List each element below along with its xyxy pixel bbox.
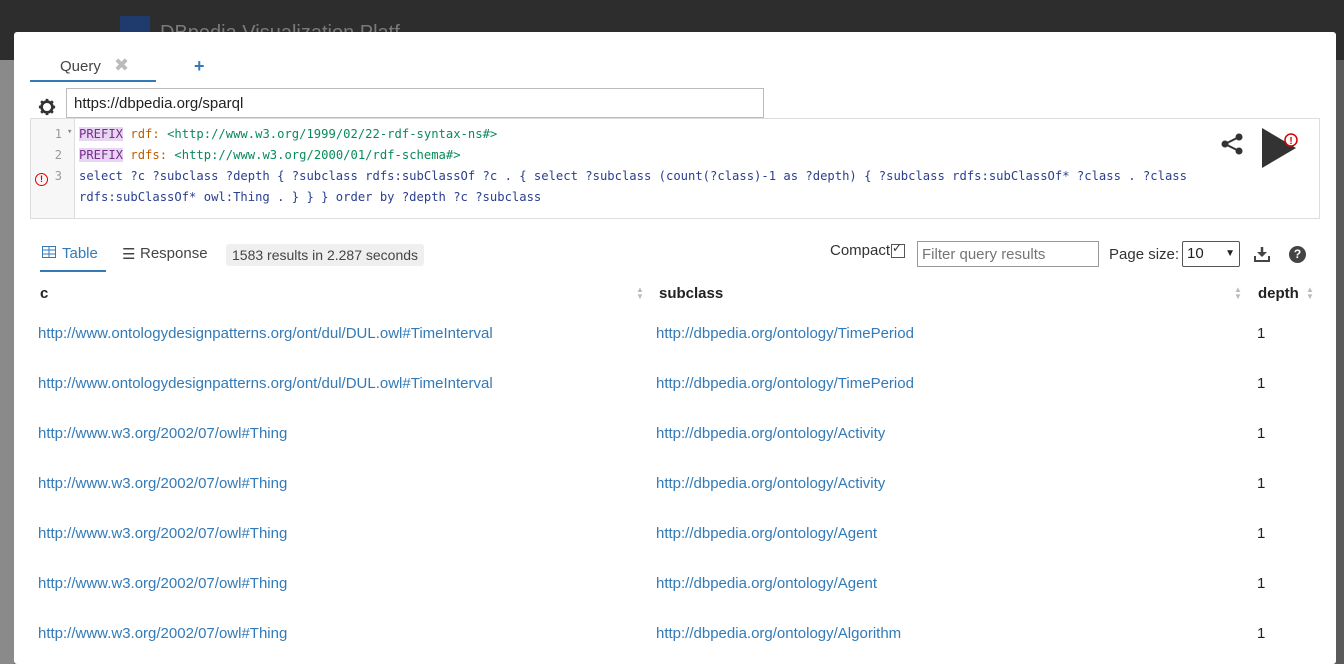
tab-response-label: Response bbox=[140, 245, 208, 262]
column-header-depth[interactable]: depth bbox=[1258, 285, 1299, 302]
fold-icon[interactable]: ▾ bbox=[67, 127, 72, 137]
sort-icon[interactable]: ▲ ▼ bbox=[1306, 286, 1314, 301]
error-icon[interactable]: ! bbox=[35, 173, 48, 186]
table-row: http://www.w3.org/2002/07/owl#Thing http… bbox=[14, 560, 1336, 610]
cell-depth: 1 bbox=[1257, 475, 1266, 492]
code-line-2: PREFIX rdfs: <http://www.w3.org/2000/01/… bbox=[79, 148, 461, 162]
chevron-down-icon: ▼ bbox=[1225, 248, 1235, 259]
cell-depth: 1 bbox=[1257, 575, 1266, 592]
table-row: http://www.w3.org/2002/07/owl#Thing http… bbox=[14, 610, 1336, 660]
cell-c[interactable]: http://www.ontologydesignpatterns.org/on… bbox=[38, 375, 493, 392]
code-line-1: PREFIX rdf: <http://www.w3.org/1999/02/2… bbox=[79, 127, 497, 141]
response-icon: ☰ bbox=[122, 246, 136, 264]
editor-gutter: 1 ▾ 2 3 ! bbox=[31, 119, 75, 218]
cell-c[interactable]: http://www.w3.org/2002/07/owl#Thing bbox=[38, 525, 287, 542]
cell-subclass[interactable]: http://dbpedia.org/ontology/Agent bbox=[656, 575, 877, 592]
results-summary: 1583 results in 2.287 seconds bbox=[226, 244, 425, 266]
cell-subclass[interactable]: http://dbpedia.org/ontology/Activity bbox=[656, 425, 885, 442]
cell-subclass[interactable]: http://dbpedia.org/ontology/Algorithm bbox=[656, 625, 901, 642]
code-line-3: select ?c ?subclass ?depth { ?subclass r… bbox=[79, 169, 1187, 183]
add-tab-button[interactable]: + bbox=[194, 56, 205, 77]
share-icon[interactable] bbox=[1220, 132, 1244, 156]
code-keyword: PREFIX bbox=[79, 148, 124, 162]
cell-c[interactable]: http://www.w3.org/2002/07/owl#Thing bbox=[38, 425, 287, 442]
sort-icon[interactable]: ▲ ▼ bbox=[636, 286, 644, 301]
close-tab-icon[interactable]: ✖ bbox=[114, 55, 129, 76]
help-icon[interactable]: ? bbox=[1289, 246, 1306, 263]
cell-c[interactable]: http://www.w3.org/2002/07/owl#Thing bbox=[38, 625, 287, 642]
cell-depth: 1 bbox=[1257, 375, 1266, 392]
compact-toggle[interactable]: Compact bbox=[830, 241, 906, 259]
table-row: http://www.ontologydesignpatterns.org/on… bbox=[14, 360, 1336, 410]
sort-icon[interactable]: ▲ ▼ bbox=[1234, 286, 1242, 301]
endpoint-input[interactable] bbox=[66, 88, 764, 118]
table-header: c ▲ ▼ subclass ▲ ▼ depth ▲ ▼ bbox=[14, 278, 1336, 310]
query-modal: Query ✖ + 1 ▾ 2 3 ! PREFIX rdf: <http://… bbox=[14, 32, 1336, 664]
cell-c[interactable]: http://www.w3.org/2002/07/owl#Thing bbox=[38, 575, 287, 592]
run-query-button[interactable]: ! bbox=[1258, 126, 1300, 170]
code-keyword: PREFIX bbox=[79, 127, 124, 141]
background-page-edge bbox=[0, 60, 14, 664]
cell-c[interactable]: http://www.w3.org/2002/07/owl#Thing bbox=[38, 475, 287, 492]
table-row: http://www.w3.org/2002/07/owl#Thing http… bbox=[14, 410, 1336, 460]
page-size-value: 10 bbox=[1187, 245, 1204, 262]
code-iri: <http://www.w3.org/1999/02/22-rdf-syntax… bbox=[167, 127, 498, 141]
cell-subclass[interactable]: http://dbpedia.org/ontology/TimePeriod bbox=[656, 375, 914, 392]
line-number: 3 bbox=[54, 169, 62, 183]
cell-subclass[interactable]: http://dbpedia.org/ontology/Agent bbox=[656, 525, 877, 542]
line-number: 2 bbox=[54, 148, 62, 162]
table-icon bbox=[42, 246, 56, 258]
svg-text:!: ! bbox=[1289, 136, 1292, 147]
code-prefix: rdf: bbox=[123, 127, 168, 141]
column-header-c[interactable]: c bbox=[40, 285, 48, 302]
column-header-subclass[interactable]: subclass bbox=[659, 285, 723, 302]
code-prefix: rdfs: bbox=[123, 148, 175, 162]
cell-depth: 1 bbox=[1257, 325, 1266, 342]
download-icon[interactable] bbox=[1254, 246, 1270, 262]
cell-c[interactable]: http://www.ontologydesignpatterns.org/on… bbox=[38, 325, 493, 342]
page-size-select[interactable]: 10 ▼ bbox=[1182, 241, 1240, 267]
tab-table-label: Table bbox=[62, 245, 98, 262]
table-row: http://www.w3.org/2002/07/owl#Thing http… bbox=[14, 460, 1336, 510]
cell-subclass[interactable]: http://dbpedia.org/ontology/Activity bbox=[656, 475, 885, 492]
tab-table[interactable]: Table bbox=[40, 242, 106, 272]
cell-depth: 1 bbox=[1257, 625, 1266, 642]
tab-response[interactable]: ☰ Response bbox=[122, 245, 208, 263]
cell-depth: 1 bbox=[1257, 425, 1266, 442]
table-row: http://www.ontologydesignpatterns.org/on… bbox=[14, 310, 1336, 360]
line-number: 1 bbox=[54, 127, 62, 141]
code-iri: <http://www.w3.org/2000/01/rdf-schema#> bbox=[174, 148, 461, 162]
compact-label: Compact bbox=[830, 242, 891, 259]
query-editor[interactable]: 1 ▾ 2 3 ! PREFIX rdf: <http://www.w3.org… bbox=[30, 118, 1320, 219]
tab-query[interactable]: Query ✖ bbox=[30, 50, 156, 82]
code-line-3-wrap: rdfs:subClassOf* owl:Thing . } } } order… bbox=[79, 190, 542, 204]
page-size-label: Page size: bbox=[1109, 246, 1180, 263]
gear-icon[interactable] bbox=[38, 98, 56, 116]
cell-subclass[interactable]: http://dbpedia.org/ontology/TimePeriod bbox=[656, 325, 914, 342]
filter-input[interactable] bbox=[917, 241, 1099, 267]
compact-checkbox[interactable] bbox=[891, 241, 906, 258]
tab-query-label: Query bbox=[60, 58, 101, 75]
cell-depth: 1 bbox=[1257, 525, 1266, 542]
results-toolbar: Table ☰ Response 1583 results in 2.287 se… bbox=[14, 232, 1336, 272]
table-row: http://www.w3.org/2002/07/owl#Thing http… bbox=[14, 510, 1336, 560]
query-tabbar: Query ✖ + bbox=[30, 50, 1320, 82]
